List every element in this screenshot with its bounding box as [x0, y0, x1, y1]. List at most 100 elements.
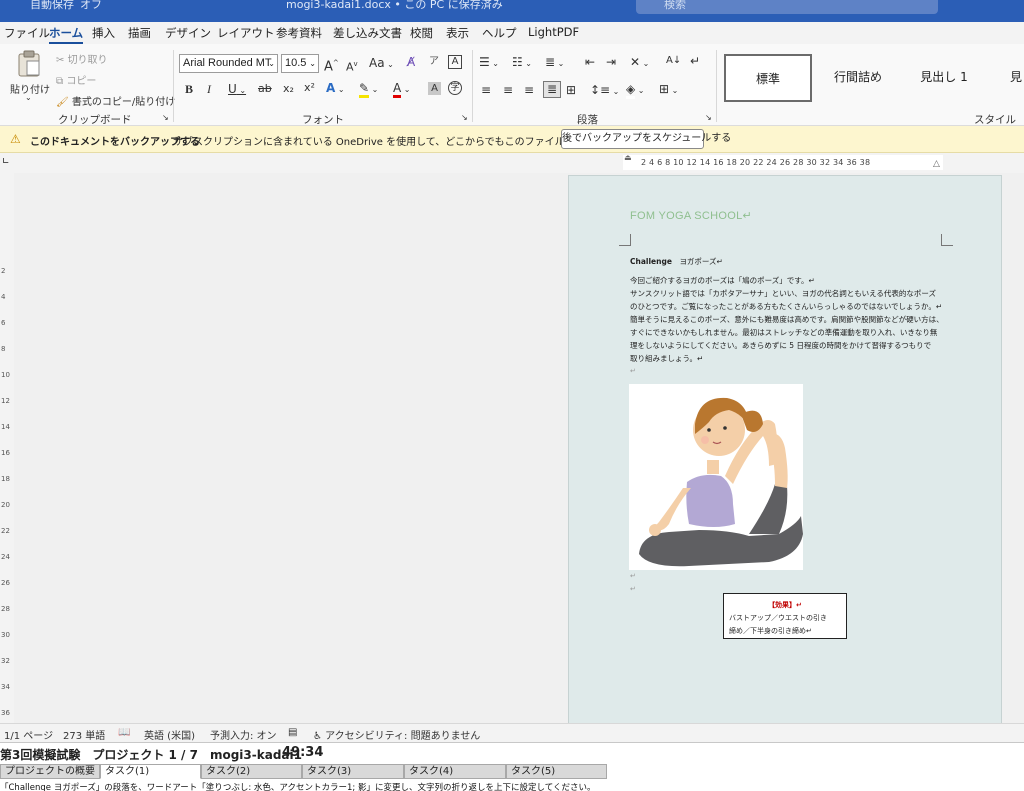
grow-font-icon[interactable]: A^	[324, 56, 339, 74]
cut-button[interactable]: ✂ 切り取り	[56, 51, 108, 66]
challenge-title[interactable]: Challenge ヨガポーズ↵	[630, 256, 723, 267]
line-spacing-icon[interactable]: ↕≡ ⌄	[590, 83, 619, 99]
clipboard-group-label: クリップボード	[58, 114, 132, 126]
justify-icon[interactable]: ≣	[543, 81, 561, 98]
change-case-icon[interactable]: Aa ⌄	[369, 56, 394, 72]
styles-group-label: スタイル	[974, 114, 1016, 126]
style-heading-1[interactable]: 見出し 1	[904, 54, 984, 102]
align-center-icon[interactable]: ≡	[503, 83, 513, 97]
body-line[interactable]: 取り組みましょう。↵	[630, 353, 703, 364]
accessibility-status[interactable]: ♿ アクセシビリティ: 問題ありません	[313, 727, 480, 742]
autosave-toggle[interactable]: オフ	[80, 0, 102, 12]
effect-line: 締め／下半身の引き締め↵	[729, 627, 812, 635]
body-line[interactable]: サンスクリット語では「カポタアーサナ」といい、ヨガの代名詞ともいえる代表的なポー…	[630, 288, 936, 299]
align-left-icon[interactable]: ≡	[481, 83, 491, 97]
indent-marker-icon[interactable]: ⏏	[624, 153, 632, 162]
superscript-icon[interactable]: x²	[304, 81, 315, 95]
distributed-icon[interactable]: ⊞	[566, 83, 576, 97]
character-border-icon[interactable]: A	[448, 55, 462, 69]
language-status[interactable]: 英語 (米国)	[144, 727, 195, 742]
increase-indent-icon[interactable]: ⇥	[606, 55, 616, 69]
body-line[interactable]: 理をしないようにしてください。あきらめずに 5 日程度の時間をかけて習得するつも…	[630, 340, 931, 351]
paragraph-mark: ↵	[630, 572, 636, 580]
word-count[interactable]: 273 単語	[63, 727, 105, 742]
focus-icon[interactable]: ▤	[288, 727, 297, 738]
body-line[interactable]: すぐにできないかもしれません。最初はストレッチなどの準備運動を取り入れ、いきなり…	[630, 327, 937, 338]
dialog-launcher-icon[interactable]: ↘	[461, 113, 468, 122]
tab-view[interactable]: 表示	[446, 25, 469, 41]
ruler-number: 16	[1, 449, 10, 457]
tab-project-overview[interactable]: プロジェクトの概要	[0, 764, 100, 779]
subscript-icon[interactable]: x₂	[283, 82, 294, 96]
style-no-spacing[interactable]: 行間詰め	[818, 54, 898, 102]
font-size-select[interactable]: 10.5 ⌄	[281, 54, 319, 73]
right-indent-marker-icon[interactable]: △	[933, 159, 940, 169]
search-box[interactable]: 検索	[636, 0, 938, 14]
character-shading-icon[interactable]: A	[428, 82, 441, 95]
page-count[interactable]: 1/1 ページ	[4, 727, 53, 742]
tab-home[interactable]: ホーム	[49, 25, 84, 45]
phonetic-guide-icon[interactable]: ア	[429, 55, 439, 69]
align-right-icon[interactable]: ≡	[524, 83, 534, 97]
tab-file[interactable]: ファイル	[4, 25, 50, 41]
paragraph-mark: ↵	[630, 585, 636, 593]
bold-icon[interactable]: B	[185, 82, 193, 96]
style-heading-2[interactable]: 見	[1008, 54, 1024, 102]
multilevel-list-icon[interactable]: ≣ ⌄	[545, 55, 564, 71]
tab-task-1[interactable]: タスク(1)	[100, 764, 201, 779]
enclose-characters-icon[interactable]: 字	[448, 81, 462, 95]
ruler-scale[interactable]: 2 4 6 8 10 12 14 16 18 20 22 24 26 28 30…	[623, 155, 943, 170]
paste-button[interactable]: 貼り付け ⌄	[6, 48, 50, 108]
ruler-number: 6	[1, 319, 6, 327]
text-prediction-status[interactable]: 予測入力: オン	[210, 727, 277, 742]
tab-help[interactable]: ヘルプ	[482, 25, 517, 41]
sort-icon[interactable]: A↓	[666, 54, 681, 68]
borders-icon[interactable]: ⊞ ⌄	[659, 82, 678, 98]
document-page[interactable]: FOM YOGA SCHOOL↵ Challenge ヨガポーズ↵ 今回ご紹介す…	[568, 175, 1002, 735]
tab-task-4[interactable]: タスク(4)	[404, 764, 506, 779]
italic-icon[interactable]: I	[207, 82, 211, 96]
highlight-icon[interactable]: ✎ ⌄	[359, 81, 378, 98]
tab-task-5[interactable]: タスク(5)	[506, 764, 607, 779]
decrease-indent-icon[interactable]: ⇤	[585, 55, 595, 69]
character-spacing-icon[interactable]: ✕ ⌄	[630, 55, 649, 71]
tab-layout[interactable]: レイアウト	[217, 25, 275, 41]
numbering-icon[interactable]: ☷ ⌄	[512, 55, 532, 71]
bullets-icon[interactable]: ☰ ⌄	[479, 55, 499, 71]
tab-mailings[interactable]: 差し込み文書	[333, 25, 402, 41]
proofing-icon[interactable]: 📖	[118, 727, 130, 738]
font-color-icon[interactable]: A ⌄	[393, 81, 410, 98]
yoga-illustration[interactable]	[629, 384, 803, 570]
format-painter-button[interactable]: 🖌 書式のコピー/貼り付け	[56, 93, 175, 108]
dialog-launcher-icon[interactable]: ↘	[705, 113, 712, 122]
clear-formatting-icon[interactable]: A̸	[407, 55, 415, 69]
warning-icon: ⚠	[10, 132, 21, 146]
shrink-font-icon[interactable]: Av	[346, 57, 358, 75]
tab-selector-icon[interactable]: ∟	[2, 157, 10, 167]
tab-task-3[interactable]: タスク(3)	[302, 764, 404, 779]
copy-button[interactable]: ⧉ コピー	[56, 72, 96, 87]
tab-task-2[interactable]: タスク(2)	[201, 764, 302, 779]
tab-references[interactable]: 参考資料	[276, 25, 322, 41]
shading-icon[interactable]: ◈ ⌄	[626, 82, 644, 99]
strikethrough-icon[interactable]: ab	[258, 82, 272, 96]
effect-text-box[interactable]: 【効果】↵ バストアップ／ウエストの引き 締め／下半身の引き締め↵	[723, 593, 847, 639]
tab-draw[interactable]: 描画	[128, 25, 151, 41]
body-line[interactable]: 今回ご紹介するヨガのポーズは「鳩のポーズ」です。↵	[630, 275, 815, 286]
font-name-select[interactable]: Arial Rounded MT ⌄	[179, 54, 278, 73]
underline-icon[interactable]: U ⌄	[228, 82, 246, 98]
tab-insert[interactable]: 挿入	[92, 25, 115, 41]
body-line[interactable]: 簡単そうに見えるこのポーズ、意外にも難易度は高めです。肩関節や股関節などが硬い方…	[630, 314, 944, 325]
dialog-launcher-icon[interactable]: ↘	[162, 113, 169, 122]
show-marks-icon[interactable]: ↵	[690, 54, 700, 68]
tab-review[interactable]: 校閲	[410, 25, 433, 41]
text-effects-icon[interactable]: A ⌄	[326, 81, 345, 97]
body-line[interactable]: のひとつです。ご覧になったことがある方もたくさんいらっしゃるのではないでしょうか…	[630, 301, 942, 312]
style-normal[interactable]: 標準	[724, 54, 812, 102]
document-heading[interactable]: FOM YOGA SCHOOL↵	[630, 209, 752, 222]
tab-lightpdf[interactable]: LightPDF	[528, 25, 579, 39]
schedule-backup-button[interactable]: 後でバックアップをスケジュールする	[561, 129, 731, 149]
ruler-number: 30	[1, 631, 10, 639]
tab-design[interactable]: デザイン	[165, 25, 211, 41]
brush-icon: 🖌	[56, 97, 72, 108]
